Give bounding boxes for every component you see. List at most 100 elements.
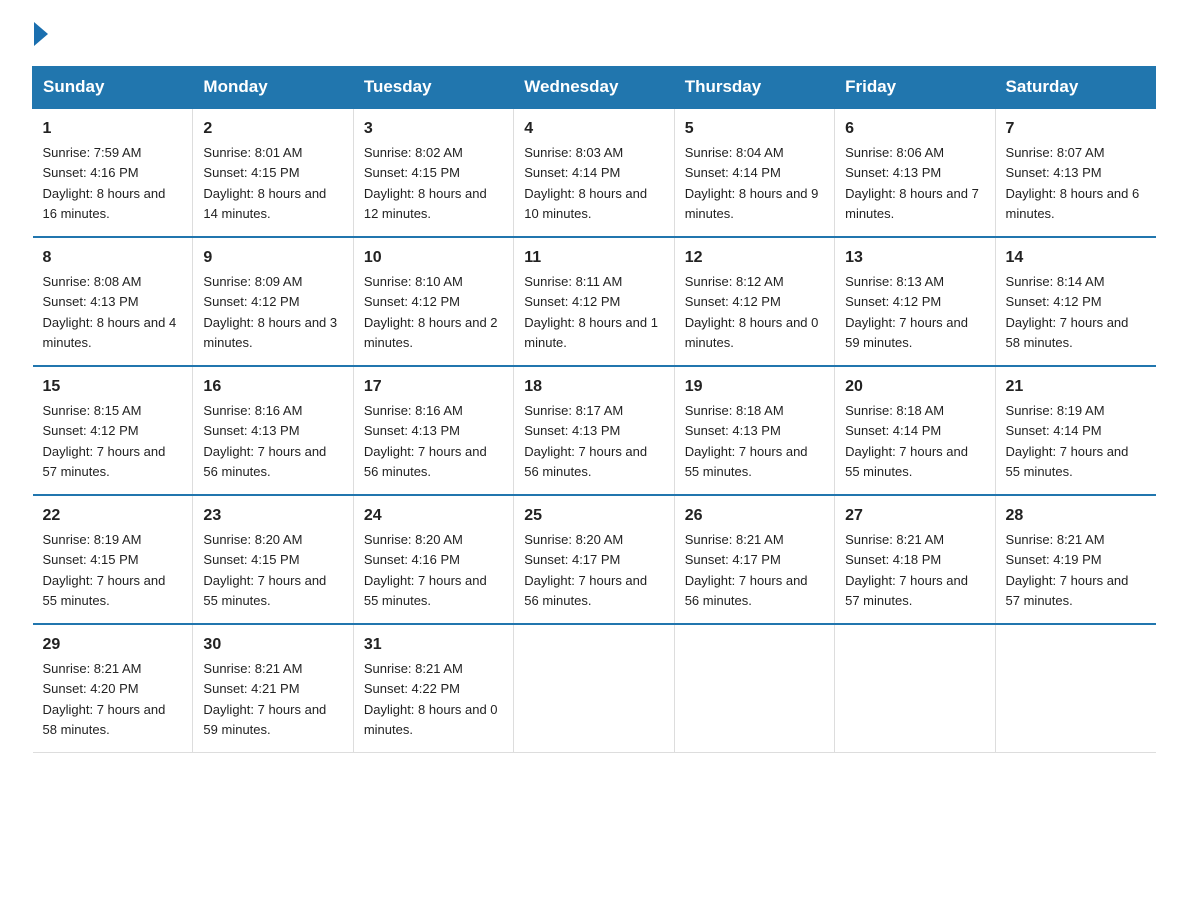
calendar-cell: 3 Sunrise: 8:02 AMSunset: 4:15 PMDayligh…	[353, 108, 513, 237]
calendar-week-row: 1 Sunrise: 7:59 AMSunset: 4:16 PMDayligh…	[33, 108, 1156, 237]
calendar-cell: 9 Sunrise: 8:09 AMSunset: 4:12 PMDayligh…	[193, 237, 353, 366]
day-info: Sunrise: 8:09 AMSunset: 4:12 PMDaylight:…	[203, 274, 337, 350]
calendar-cell	[514, 624, 674, 753]
calendar-cell: 15 Sunrise: 8:15 AMSunset: 4:12 PMDaylig…	[33, 366, 193, 495]
day-info: Sunrise: 8:21 AMSunset: 4:20 PMDaylight:…	[43, 661, 166, 737]
calendar-cell: 16 Sunrise: 8:16 AMSunset: 4:13 PMDaylig…	[193, 366, 353, 495]
calendar-week-row: 29 Sunrise: 8:21 AMSunset: 4:20 PMDaylig…	[33, 624, 1156, 753]
calendar-cell: 11 Sunrise: 8:11 AMSunset: 4:12 PMDaylig…	[514, 237, 674, 366]
calendar-cell: 28 Sunrise: 8:21 AMSunset: 4:19 PMDaylig…	[995, 495, 1155, 624]
day-info: Sunrise: 8:21 AMSunset: 4:17 PMDaylight:…	[685, 532, 808, 608]
day-info: Sunrise: 8:17 AMSunset: 4:13 PMDaylight:…	[524, 403, 647, 479]
calendar-cell: 19 Sunrise: 8:18 AMSunset: 4:13 PMDaylig…	[674, 366, 834, 495]
header-friday: Friday	[835, 67, 995, 109]
calendar-cell: 8 Sunrise: 8:08 AMSunset: 4:13 PMDayligh…	[33, 237, 193, 366]
calendar-cell: 25 Sunrise: 8:20 AMSunset: 4:17 PMDaylig…	[514, 495, 674, 624]
day-number: 12	[685, 246, 824, 270]
day-number: 2	[203, 117, 342, 141]
calendar-week-row: 8 Sunrise: 8:08 AMSunset: 4:13 PMDayligh…	[33, 237, 1156, 366]
day-number: 29	[43, 633, 183, 657]
day-info: Sunrise: 8:03 AMSunset: 4:14 PMDaylight:…	[524, 145, 647, 221]
day-number: 31	[364, 633, 503, 657]
calendar-header-row: SundayMondayTuesdayWednesdayThursdayFrid…	[33, 67, 1156, 109]
day-info: Sunrise: 8:01 AMSunset: 4:15 PMDaylight:…	[203, 145, 326, 221]
day-number: 26	[685, 504, 824, 528]
day-info: Sunrise: 8:19 AMSunset: 4:15 PMDaylight:…	[43, 532, 166, 608]
calendar-cell: 14 Sunrise: 8:14 AMSunset: 4:12 PMDaylig…	[995, 237, 1155, 366]
day-number: 1	[43, 117, 183, 141]
header-saturday: Saturday	[995, 67, 1155, 109]
day-number: 7	[1006, 117, 1146, 141]
day-info: Sunrise: 8:12 AMSunset: 4:12 PMDaylight:…	[685, 274, 819, 350]
calendar-cell: 18 Sunrise: 8:17 AMSunset: 4:13 PMDaylig…	[514, 366, 674, 495]
calendar-cell: 21 Sunrise: 8:19 AMSunset: 4:14 PMDaylig…	[995, 366, 1155, 495]
day-number: 20	[845, 375, 984, 399]
header-monday: Monday	[193, 67, 353, 109]
calendar-cell	[835, 624, 995, 753]
logo	[32, 24, 48, 46]
day-info: Sunrise: 8:21 AMSunset: 4:18 PMDaylight:…	[845, 532, 968, 608]
day-number: 16	[203, 375, 342, 399]
day-number: 28	[1006, 504, 1146, 528]
calendar-cell: 23 Sunrise: 8:20 AMSunset: 4:15 PMDaylig…	[193, 495, 353, 624]
day-info: Sunrise: 8:20 AMSunset: 4:17 PMDaylight:…	[524, 532, 647, 608]
day-number: 21	[1006, 375, 1146, 399]
calendar-cell: 6 Sunrise: 8:06 AMSunset: 4:13 PMDayligh…	[835, 108, 995, 237]
day-number: 6	[845, 117, 984, 141]
page-header	[32, 24, 1156, 46]
day-number: 3	[364, 117, 503, 141]
day-info: Sunrise: 8:02 AMSunset: 4:15 PMDaylight:…	[364, 145, 487, 221]
calendar-cell: 30 Sunrise: 8:21 AMSunset: 4:21 PMDaylig…	[193, 624, 353, 753]
header-tuesday: Tuesday	[353, 67, 513, 109]
calendar-table: SundayMondayTuesdayWednesdayThursdayFrid…	[32, 66, 1156, 753]
header-wednesday: Wednesday	[514, 67, 674, 109]
day-number: 30	[203, 633, 342, 657]
day-info: Sunrise: 8:19 AMSunset: 4:14 PMDaylight:…	[1006, 403, 1129, 479]
day-number: 19	[685, 375, 824, 399]
calendar-cell: 27 Sunrise: 8:21 AMSunset: 4:18 PMDaylig…	[835, 495, 995, 624]
calendar-cell: 1 Sunrise: 7:59 AMSunset: 4:16 PMDayligh…	[33, 108, 193, 237]
calendar-cell	[995, 624, 1155, 753]
day-info: Sunrise: 8:20 AMSunset: 4:16 PMDaylight:…	[364, 532, 487, 608]
day-number: 22	[43, 504, 183, 528]
day-info: Sunrise: 8:21 AMSunset: 4:19 PMDaylight:…	[1006, 532, 1129, 608]
day-number: 27	[845, 504, 984, 528]
day-number: 24	[364, 504, 503, 528]
day-number: 23	[203, 504, 342, 528]
day-number: 14	[1006, 246, 1146, 270]
calendar-cell: 5 Sunrise: 8:04 AMSunset: 4:14 PMDayligh…	[674, 108, 834, 237]
logo-arrow-icon	[34, 22, 48, 46]
calendar-cell: 4 Sunrise: 8:03 AMSunset: 4:14 PMDayligh…	[514, 108, 674, 237]
calendar-cell: 7 Sunrise: 8:07 AMSunset: 4:13 PMDayligh…	[995, 108, 1155, 237]
calendar-cell	[674, 624, 834, 753]
day-info: Sunrise: 8:21 AMSunset: 4:21 PMDaylight:…	[203, 661, 326, 737]
header-thursday: Thursday	[674, 67, 834, 109]
calendar-cell: 26 Sunrise: 8:21 AMSunset: 4:17 PMDaylig…	[674, 495, 834, 624]
calendar-cell: 29 Sunrise: 8:21 AMSunset: 4:20 PMDaylig…	[33, 624, 193, 753]
calendar-week-row: 15 Sunrise: 8:15 AMSunset: 4:12 PMDaylig…	[33, 366, 1156, 495]
day-info: Sunrise: 8:07 AMSunset: 4:13 PMDaylight:…	[1006, 145, 1140, 221]
day-number: 9	[203, 246, 342, 270]
day-number: 18	[524, 375, 663, 399]
day-info: Sunrise: 8:08 AMSunset: 4:13 PMDaylight:…	[43, 274, 177, 350]
day-info: Sunrise: 8:11 AMSunset: 4:12 PMDaylight:…	[524, 274, 658, 350]
header-sunday: Sunday	[33, 67, 193, 109]
day-info: Sunrise: 8:16 AMSunset: 4:13 PMDaylight:…	[364, 403, 487, 479]
calendar-cell: 22 Sunrise: 8:19 AMSunset: 4:15 PMDaylig…	[33, 495, 193, 624]
day-info: Sunrise: 8:10 AMSunset: 4:12 PMDaylight:…	[364, 274, 498, 350]
calendar-cell: 31 Sunrise: 8:21 AMSunset: 4:22 PMDaylig…	[353, 624, 513, 753]
day-number: 25	[524, 504, 663, 528]
day-number: 11	[524, 246, 663, 270]
day-info: Sunrise: 7:59 AMSunset: 4:16 PMDaylight:…	[43, 145, 166, 221]
day-number: 5	[685, 117, 824, 141]
day-number: 4	[524, 117, 663, 141]
day-info: Sunrise: 8:04 AMSunset: 4:14 PMDaylight:…	[685, 145, 819, 221]
calendar-cell: 17 Sunrise: 8:16 AMSunset: 4:13 PMDaylig…	[353, 366, 513, 495]
day-number: 13	[845, 246, 984, 270]
day-info: Sunrise: 8:18 AMSunset: 4:13 PMDaylight:…	[685, 403, 808, 479]
day-number: 10	[364, 246, 503, 270]
day-info: Sunrise: 8:21 AMSunset: 4:22 PMDaylight:…	[364, 661, 498, 737]
day-info: Sunrise: 8:06 AMSunset: 4:13 PMDaylight:…	[845, 145, 979, 221]
calendar-cell: 20 Sunrise: 8:18 AMSunset: 4:14 PMDaylig…	[835, 366, 995, 495]
day-info: Sunrise: 8:15 AMSunset: 4:12 PMDaylight:…	[43, 403, 166, 479]
